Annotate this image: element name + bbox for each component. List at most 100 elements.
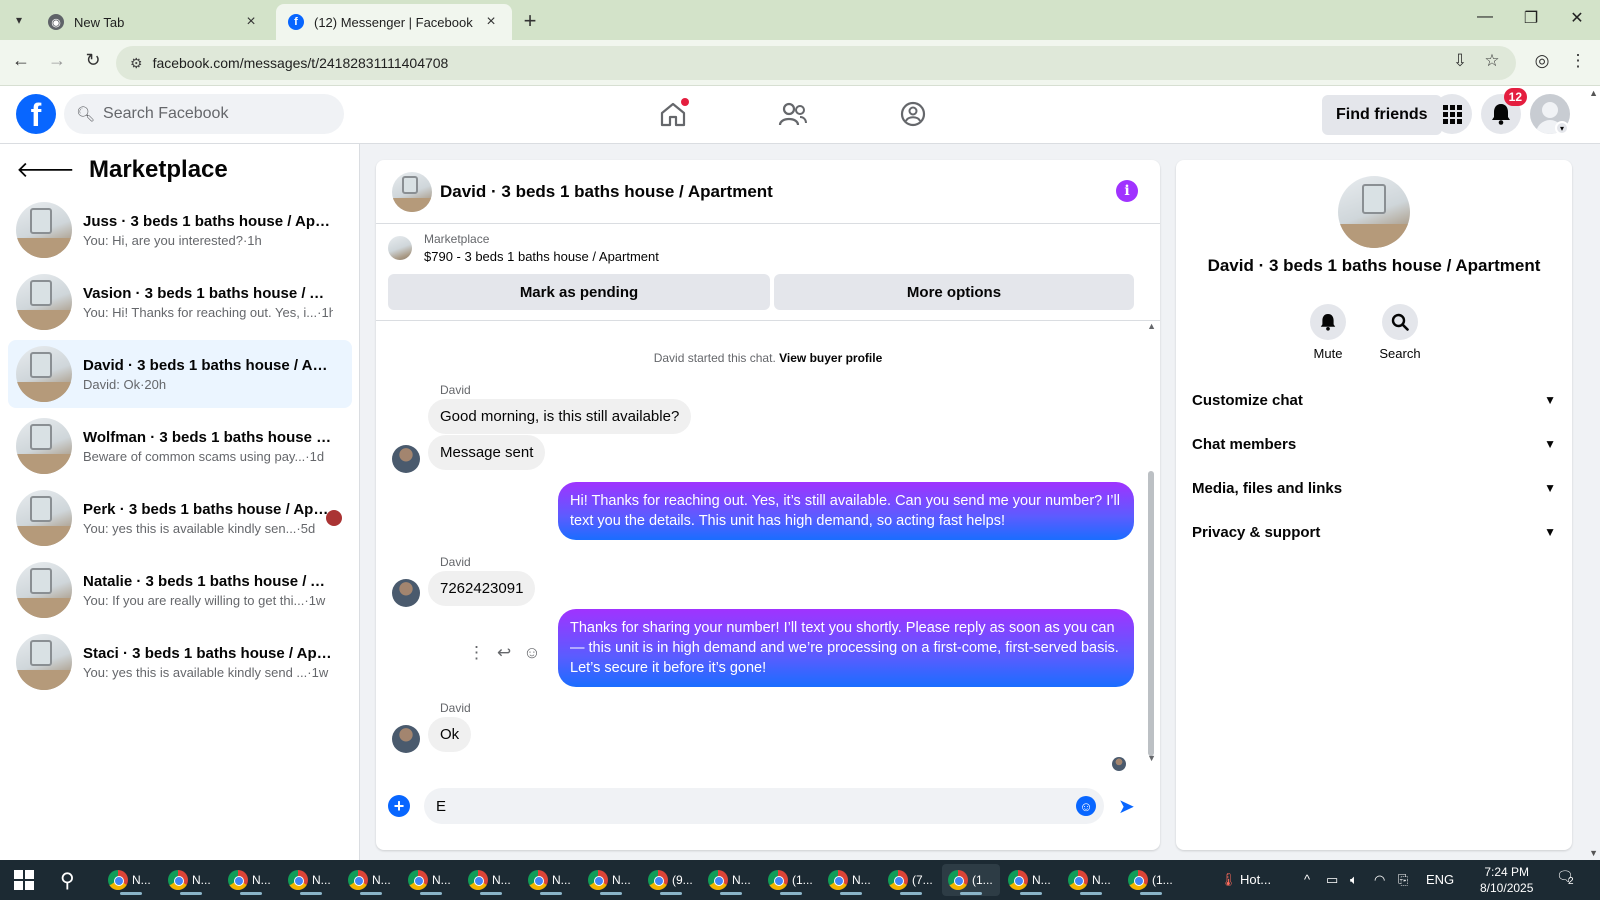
notification-center-icon[interactable]: 🗨︎ 2 (1556, 868, 1574, 887)
friends-nav-icon[interactable] (773, 96, 813, 132)
incoming-message[interactable]: Ok (428, 717, 472, 752)
thread-scroll-down-icon[interactable]: ▼ (1147, 753, 1156, 763)
taskbar-chrome-window[interactable]: N... (462, 864, 520, 896)
sender-avatar[interactable] (392, 725, 420, 753)
restore-icon[interactable]: ❐ (1516, 8, 1546, 28)
taskbar-chrome-window[interactable]: N... (342, 864, 400, 896)
mark-as-pending-button[interactable]: Mark as pending (388, 274, 770, 310)
sender-avatar[interactable] (392, 579, 420, 607)
send-icon[interactable]: ➤ (1118, 794, 1135, 819)
tab-new-tab[interactable]: ◉ New Tab × (36, 4, 272, 40)
outgoing-message[interactable]: Hi! Thanks for reaching out. Yes, it’s s… (558, 482, 1134, 540)
back-arrow-icon[interactable]: 🡐 (16, 157, 75, 183)
groups-nav-icon[interactable] (893, 96, 933, 132)
taskbar-chrome-window[interactable]: (7... (882, 864, 940, 896)
incoming-message[interactable]: Message sent (428, 435, 546, 470)
incoming-message[interactable]: 7262423091 (428, 571, 536, 606)
minimize-icon[interactable]: — (1470, 8, 1500, 26)
site-settings-icon[interactable]: ⚙ (130, 55, 143, 72)
mute-button[interactable]: Mute (1298, 304, 1358, 361)
more-actions-icon[interactable]: ⋮ (468, 643, 485, 663)
chat-members-section[interactable]: Chat members ▼ (1192, 424, 1556, 464)
chat-listing-thumbnail[interactable] (392, 171, 432, 212)
tab-close-icon[interactable]: × (242, 13, 260, 31)
conversation-item[interactable]: Juss · 3 beds 1 baths house / Apartment Y… (8, 196, 352, 264)
thread-scrollbar[interactable] (1148, 471, 1154, 756)
find-friends-button[interactable]: Find friends (1322, 95, 1442, 135)
tray-overflow-icon[interactable]: ^ (1304, 872, 1310, 887)
chat-title[interactable]: David · 3 beds 1 baths house / Apartment (440, 182, 773, 202)
thread-scroll-up-icon[interactable]: ▲ (1147, 321, 1156, 331)
taskbar-chrome-window[interactable]: (1... (942, 864, 1000, 896)
search-conversation-button[interactable]: Search (1370, 304, 1430, 361)
incoming-message[interactable]: Good morning, is this still available? (428, 399, 692, 434)
taskbar-chrome-window[interactable]: N... (822, 864, 880, 896)
reload-icon[interactable]: ↻ (80, 50, 106, 71)
conversation-item[interactable]: Staci · 3 beds 1 baths house / Apartment… (8, 628, 352, 696)
section-label: Customize chat (1192, 391, 1303, 409)
taskbar-chrome-window[interactable]: N... (282, 864, 340, 896)
sender-avatar[interactable] (392, 445, 420, 473)
info-icon[interactable]: i (1116, 180, 1138, 202)
conversation-item[interactable]: Natalie · 3 beds 1 baths house / Apartme… (8, 556, 352, 624)
search-facebook-input[interactable]: 🔍︎ Search Facebook (64, 94, 344, 134)
listing-summary[interactable]: Marketplace $790 - 3 beds 1 baths house … (388, 232, 659, 264)
conversation-item[interactable]: Perk · 3 beds 1 baths house / Apartment Y… (8, 484, 352, 552)
taskbar-chrome-window[interactable]: N... (702, 864, 760, 896)
browser-menu-icon[interactable]: ⋮ (1566, 51, 1590, 71)
taskbar-chrome-window[interactable]: N... (402, 864, 460, 896)
volume-icon[interactable]: 🔈︎ (1350, 872, 1358, 888)
reply-icon[interactable]: ↩ (497, 643, 511, 663)
battery-icon[interactable]: ▭ (1326, 872, 1338, 888)
conversation-item-selected[interactable]: David · 3 beds 1 baths house / Apartment… (8, 340, 352, 408)
media-files-links-section[interactable]: Media, files and links ▼ (1192, 468, 1556, 508)
more-options-button[interactable]: More options (774, 274, 1134, 310)
taskbar-chrome-window[interactable]: N... (1002, 864, 1060, 896)
taskbar-chrome-window[interactable]: N... (582, 864, 640, 896)
taskbar-chrome-window[interactable]: N... (102, 864, 160, 896)
windows-start-icon[interactable] (14, 870, 34, 890)
add-attachment-icon[interactable]: + (388, 795, 410, 817)
outgoing-message[interactable]: Thanks for sharing your number! I’ll tex… (558, 609, 1134, 687)
emoji-icon[interactable]: ☺ (1076, 796, 1096, 816)
page-scroll-down-icon[interactable]: ▼ (1589, 848, 1598, 858)
privacy-support-section[interactable]: Privacy & support ▼ (1192, 512, 1556, 552)
language-indicator[interactable]: ENG (1426, 872, 1454, 887)
new-tab-button[interactable]: + (518, 8, 542, 34)
forward-icon[interactable]: → (44, 50, 70, 71)
message-input[interactable] (424, 788, 1104, 824)
tab-search-dropdown[interactable]: ▾ (6, 8, 32, 32)
account-chevron-icon[interactable]: ▾ (1555, 121, 1569, 135)
page-scroll-up-icon[interactable]: ▲ (1589, 88, 1598, 98)
profile-icon[interactable]: ◎ (1530, 51, 1554, 71)
install-app-icon[interactable]: ⇩ (1448, 51, 1472, 71)
weather-icon[interactable]: 🌡 (1220, 872, 1237, 888)
back-icon[interactable]: ← (8, 50, 34, 71)
menu-grid-button[interactable] (1432, 94, 1472, 134)
taskbar-chrome-window[interactable]: N... (222, 864, 280, 896)
tab-close-icon[interactable]: × (482, 13, 500, 31)
tab-messenger[interactable]: f (12) Messenger | Facebook × (276, 4, 512, 40)
react-emoji-icon[interactable]: ☺ (523, 643, 540, 663)
conversation-item[interactable]: Wolfman · 3 beds 1 baths house / Apartme… (8, 412, 352, 480)
notifications-button[interactable]: 12 (1481, 88, 1527, 134)
close-window-icon[interactable]: ✕ (1562, 8, 1592, 28)
taskbar-search-icon[interactable]: ⚲ (60, 868, 75, 893)
taskbar-chrome-window[interactable]: (1... (762, 864, 820, 896)
taskbar-clock[interactable]: 7:24 PM 8/10/2025 (1480, 864, 1533, 896)
facebook-logo-icon[interactable]: f (16, 94, 56, 134)
view-buyer-profile-link[interactable]: View buyer profile (779, 351, 882, 365)
taskbar-chrome-window[interactable]: N... (1062, 864, 1120, 896)
taskbar-chrome-window[interactable]: N... (522, 864, 580, 896)
network-icon[interactable]: ⎘ (1398, 872, 1408, 888)
customize-chat-section[interactable]: Customize chat ▼ (1192, 380, 1556, 420)
taskbar-chrome-window[interactable]: (9... (642, 864, 700, 896)
weather-text[interactable]: Hot... (1240, 872, 1271, 887)
home-nav-icon[interactable] (653, 96, 693, 132)
taskbar-chrome-window[interactable]: N... (162, 864, 220, 896)
conversation-item[interactable]: Vasion · 3 beds 1 baths house / Apartmen… (8, 268, 352, 336)
bookmark-star-icon[interactable]: ☆ (1480, 51, 1504, 71)
taskbar-chrome-window[interactable]: (1... (1122, 864, 1180, 896)
wifi-icon[interactable]: ◠ (1374, 872, 1385, 888)
address-bar[interactable]: ⚙ facebook.com/messages/t/24182831111404… (116, 46, 1516, 80)
